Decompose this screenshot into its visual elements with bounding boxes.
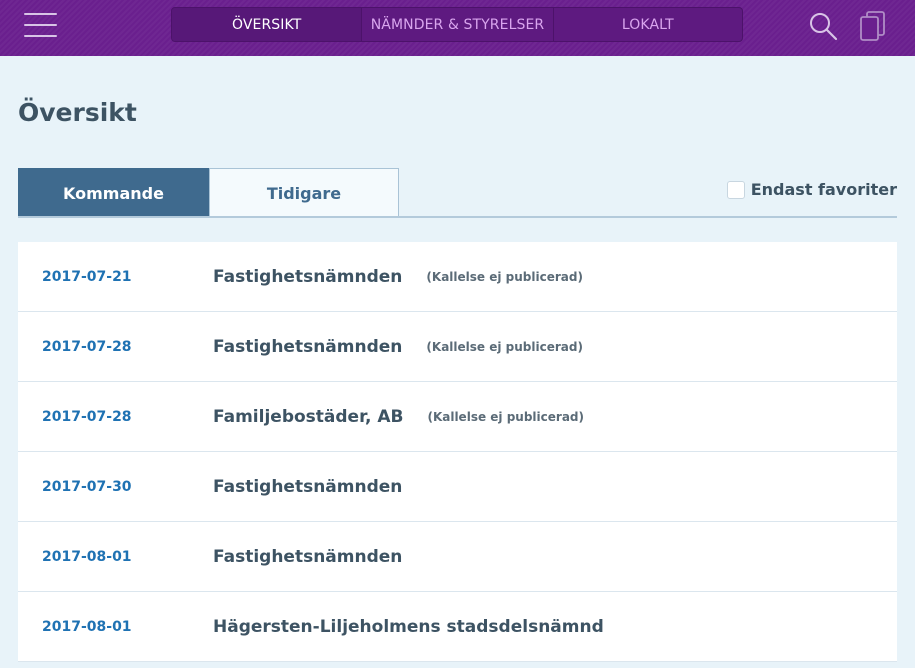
meeting-row[interactable]: 2017-08-01 Fastighetsnämnden <box>18 522 897 592</box>
meeting-name[interactable]: Familjebostäder, AB <box>213 407 403 427</box>
search-icon[interactable] <box>808 11 838 41</box>
nav-tab-lokalt[interactable]: LOKALT <box>554 8 742 41</box>
main-nav-tabs: ÖVERSIKT NÄMNDER & STYRELSER LOKALT <box>171 7 743 42</box>
nav-tab-oversikt[interactable]: ÖVERSIKT <box>172 8 363 41</box>
meeting-note: (Kallelse ej publicerad) <box>426 340 583 354</box>
meeting-list: 2017-07-21 Fastighetsnämnden (Kallelse e… <box>18 242 897 662</box>
nav-tab-namnder-styrelser[interactable]: NÄMNDER & STYRELSER <box>362 8 554 41</box>
tab-kommande[interactable]: Kommande <box>18 168 209 218</box>
meeting-name[interactable]: Fastighetsnämnden <box>213 477 402 497</box>
meeting-date: 2017-08-01 <box>42 619 132 635</box>
meeting-name[interactable]: Fastighetsnämnden <box>213 337 402 357</box>
meeting-row[interactable]: 2017-08-01 Hägersten-Liljeholmens stadsd… <box>18 592 897 662</box>
meeting-name[interactable]: Fastighetsnämnden <box>213 267 402 287</box>
tabs-divider <box>18 216 897 218</box>
meeting-note: (Kallelse ej publicerad) <box>426 270 583 284</box>
meeting-row[interactable]: 2017-07-30 Fastighetsnämnden <box>18 452 897 522</box>
meeting-name[interactable]: Hägersten-Liljeholmens stadsdelsnämnd <box>213 617 604 637</box>
meeting-date: 2017-08-01 <box>42 549 132 565</box>
tab-tidigare[interactable]: Tidigare <box>209 168 399 218</box>
favorites-checkbox[interactable] <box>726 180 745 199</box>
meeting-date: 2017-07-30 <box>42 479 132 495</box>
meeting-note: (Kallelse ej publicerad) <box>427 410 584 424</box>
meeting-date: 2017-07-28 <box>42 409 132 425</box>
page-title: Översikt <box>18 98 137 127</box>
cards-icon[interactable] <box>859 10 887 42</box>
meeting-date: 2017-07-28 <box>42 339 132 355</box>
meeting-row[interactable]: 2017-07-21 Fastighetsnämnden (Kallelse e… <box>18 242 897 312</box>
hamburger-menu-icon[interactable] <box>24 12 58 40</box>
meeting-tabs: Kommande Tidigare <box>18 168 399 218</box>
meeting-row[interactable]: 2017-07-28 Fastighetsnämnden (Kallelse e… <box>18 312 897 382</box>
favorites-label: Endast favoriter <box>750 180 897 199</box>
meeting-row[interactable]: 2017-07-28 Familjebostäder, AB (Kallelse… <box>18 382 897 452</box>
favorites-filter[interactable]: Endast favoriter <box>726 180 897 199</box>
meeting-name[interactable]: Fastighetsnämnden <box>213 547 402 567</box>
meeting-date: 2017-07-21 <box>42 269 132 285</box>
top-navigation-bar: ÖVERSIKT NÄMNDER & STYRELSER LOKALT <box>0 0 915 56</box>
